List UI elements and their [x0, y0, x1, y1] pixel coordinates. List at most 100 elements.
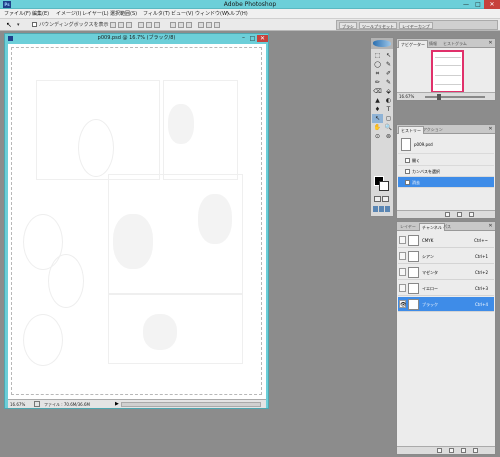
tab-navigator[interactable]: ナビゲーター — [398, 40, 428, 48]
new-document-icon[interactable] — [445, 212, 450, 217]
distribute-left-icon[interactable] — [198, 22, 204, 28]
document-maximize-button[interactable]: □ — [248, 35, 257, 42]
distribute-top-icon[interactable] — [170, 22, 176, 28]
blur-tool-icon[interactable]: ▲ — [372, 96, 383, 105]
navigator-zoom-slider[interactable] — [425, 96, 485, 98]
screen-mode-standard-icon[interactable] — [373, 206, 378, 212]
navigator-zoom-knob[interactable] — [437, 94, 441, 100]
distribute-right-icon[interactable] — [214, 22, 220, 28]
move-tool-icon[interactable]: ↖ — [383, 51, 394, 60]
slice-tool-icon[interactable]: ✐ — [383, 69, 394, 78]
zoom-level[interactable]: 16.67% — [10, 401, 25, 408]
menu-window[interactable]: ウィンドウ(W) — [195, 10, 229, 18]
status-menu-arrow-icon[interactable]: ▶ — [115, 401, 119, 408]
eye-icon[interactable] — [399, 268, 406, 276]
hand-tool-icon[interactable]: ✋ — [372, 123, 383, 132]
palette-well-tab-tool-presets[interactable]: ツールプリセット — [359, 22, 397, 29]
channel-row[interactable]: CMYK Ctrl+~ — [398, 233, 494, 248]
status-options-icon[interactable] — [34, 401, 40, 407]
align-middle-icon[interactable] — [118, 22, 124, 28]
tab-actions[interactable]: アクション — [421, 126, 445, 134]
pencil-tool-icon[interactable]: ✎ — [383, 78, 394, 87]
standard-mode-icon[interactable] — [374, 196, 381, 202]
zoom-tool-icon[interactable]: 🔍 — [383, 123, 394, 132]
align-bottom-icon[interactable] — [126, 22, 132, 28]
palette-well-tab-brushes[interactable]: ブラシ — [339, 22, 357, 29]
toolbox-header[interactable] — [371, 38, 393, 49]
bounding-box-checkbox[interactable] — [32, 22, 37, 27]
eraser-tool-icon[interactable]: ⌫ — [372, 87, 383, 96]
align-center-icon[interactable] — [146, 22, 152, 28]
navigator-zoom-value[interactable]: 16.67% — [399, 94, 414, 100]
menu-layer[interactable]: レイヤー(L) — [82, 10, 109, 18]
new-snapshot-icon[interactable] — [457, 212, 462, 217]
shape-tool-icon[interactable]: ◻ — [383, 114, 394, 123]
menu-select[interactable]: 選択範囲(S) — [110, 10, 137, 18]
eyedropper-tool-icon[interactable]: ⊙ — [372, 132, 383, 141]
document-close-button[interactable]: ✕ — [257, 35, 268, 42]
channel-row-active[interactable]: 👁 ブラック Ctrl+4 — [398, 297, 494, 312]
background-color-swatch[interactable] — [379, 181, 389, 191]
dodge-tool-icon[interactable]: ◐ — [383, 96, 394, 105]
history-item-active[interactable]: 消去 — [398, 177, 494, 188]
history-item[interactable]: 開く — [398, 155, 494, 166]
minimize-button[interactable]: — — [460, 0, 472, 9]
move-tool-icon[interactable]: ↖ — [6, 21, 15, 29]
maximize-button[interactable]: □ — [472, 0, 484, 9]
path-selection-tool-icon[interactable]: ↖ — [372, 114, 383, 123]
channel-row[interactable]: イエロー Ctrl+3 — [398, 281, 494, 296]
channel-row[interactable]: シアン Ctrl+1 — [398, 249, 494, 264]
eye-icon[interactable] — [399, 236, 406, 244]
load-selection-icon[interactable] — [437, 448, 442, 453]
quick-mask-mode-icon[interactable] — [382, 196, 389, 202]
eye-icon[interactable] — [399, 284, 406, 292]
document-title[interactable]: p009.psd @ 16.7% (ブラック/8) — [5, 34, 268, 43]
history-snapshot[interactable]: p009.psd — [398, 136, 494, 154]
distribute-center-icon[interactable] — [206, 22, 212, 28]
history-item[interactable]: カンバスを選択 — [398, 166, 494, 177]
trash-icon[interactable] — [473, 448, 478, 453]
menu-view[interactable]: ビュー(V) — [171, 10, 193, 18]
pen-tool-icon[interactable]: ♦ — [372, 105, 383, 114]
document-canvas[interactable] — [8, 44, 266, 399]
trash-icon[interactable] — [469, 212, 474, 217]
menu-image[interactable]: イメージ(I) — [56, 10, 81, 18]
palette-well-tab-layer-comps[interactable]: レイヤーカンプ — [399, 22, 433, 29]
gradient-tool-icon[interactable]: ⬙ — [383, 87, 394, 96]
horizontal-scrollbar[interactable] — [121, 402, 261, 407]
tab-histogram[interactable]: ヒストグラム — [441, 40, 469, 48]
tab-info[interactable]: 情報 — [427, 40, 439, 48]
lasso-tool-icon[interactable]: ◯ — [372, 60, 383, 69]
new-channel-icon[interactable] — [461, 448, 466, 453]
channel-row[interactable]: マゼンタ Ctrl+2 — [398, 265, 494, 280]
eye-icon[interactable] — [399, 252, 406, 260]
marquee-tool-icon[interactable]: ⬚ — [372, 51, 383, 60]
menu-filter[interactable]: フィルタ(T) — [143, 10, 170, 18]
navigator-close-icon[interactable]: ✕ — [487, 40, 494, 47]
adobe-feather-icon[interactable] — [373, 40, 391, 47]
align-left-icon[interactable] — [138, 22, 144, 28]
close-button[interactable]: ✕ — [484, 0, 500, 9]
brush-tool-icon[interactable]: ✏ — [372, 78, 383, 87]
magic-wand-tool-icon[interactable]: ✎ — [383, 60, 394, 69]
type-tool-icon[interactable]: T — [383, 105, 394, 114]
distribute-bottom-icon[interactable] — [186, 22, 192, 28]
menu-help[interactable]: ヘルプ(H) — [225, 10, 248, 18]
channels-close-icon[interactable]: ✕ — [487, 223, 494, 230]
notes-tool-icon[interactable]: ⊚ — [383, 132, 394, 141]
screen-mode-menu-icon[interactable] — [379, 206, 384, 212]
distribute-middle-icon[interactable] — [178, 22, 184, 28]
tool-preset-dropdown[interactable]: ▾ — [17, 21, 20, 29]
document-minimize-button[interactable]: – — [239, 35, 248, 42]
crop-tool-icon[interactable]: ⌗ — [372, 69, 383, 78]
history-close-icon[interactable]: ✕ — [487, 126, 494, 133]
menu-file[interactable]: ファイル(F) — [4, 10, 31, 18]
align-right-icon[interactable] — [154, 22, 160, 28]
eye-icon[interactable]: 👁 — [399, 300, 406, 308]
align-top-icon[interactable] — [110, 22, 116, 28]
save-selection-icon[interactable] — [449, 448, 454, 453]
navigator-view-box[interactable] — [431, 50, 464, 93]
tab-layers[interactable]: レイヤー — [398, 223, 418, 231]
tab-paths[interactable]: パス — [441, 223, 453, 231]
menu-edit[interactable]: 編集(E) — [32, 10, 49, 18]
